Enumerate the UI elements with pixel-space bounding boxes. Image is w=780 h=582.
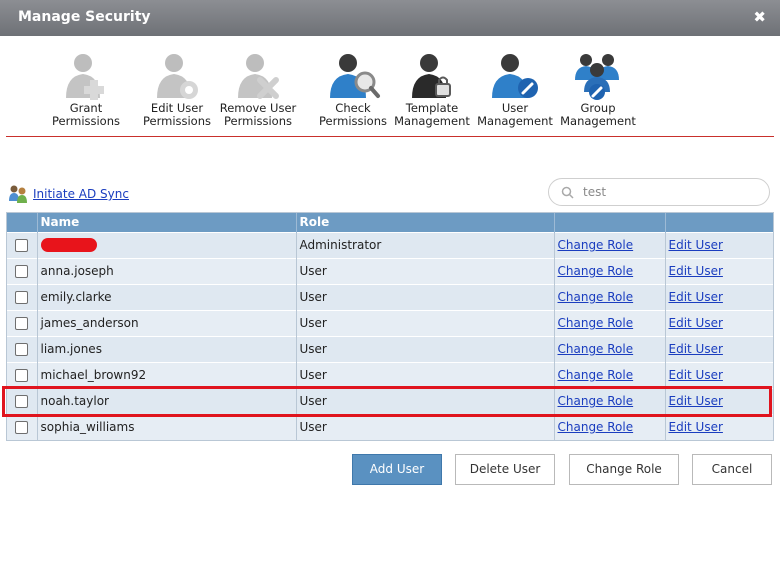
edit-user-link[interactable]: Edit User — [669, 420, 723, 434]
row-checkbox[interactable] — [15, 343, 29, 356]
add-user-button[interactable]: Add User — [352, 454, 442, 485]
table-row: emily.clarke User Change Role Edit User — [7, 283, 773, 310]
user-name-cell: james_anderson — [37, 309, 297, 336]
search-input[interactable] — [583, 183, 753, 201]
change-role-link[interactable]: Change Role — [558, 420, 634, 434]
title-bar: Manage Security ✖ — [0, 0, 780, 36]
delete-user-button[interactable]: Delete User — [455, 454, 555, 485]
user-name-cell: michael_brown92 — [37, 361, 297, 388]
edit-user-link[interactable]: Edit User — [669, 342, 723, 356]
user-management-button[interactable]: User Management — [467, 50, 563, 128]
user-name-cell: noah.taylor — [37, 387, 297, 414]
change-role-column-header — [554, 213, 666, 232]
ad-sync-icon — [9, 185, 27, 203]
row-checkbox[interactable] — [15, 421, 29, 435]
user-role-cell: User — [296, 335, 555, 362]
user-name-cell: emily.clarke — [37, 283, 297, 310]
window-title: Manage Security — [18, 9, 151, 25]
template-management-button[interactable]: Template Management — [384, 50, 480, 128]
edit-user-link[interactable]: Edit User — [669, 368, 723, 382]
user-management-label: User Management — [477, 101, 553, 128]
template-management-label: Template Management — [394, 101, 470, 128]
permissions-toolbar: Grant Permissions Edit User Permissions … — [0, 36, 780, 138]
row-checkbox[interactable] — [15, 317, 29, 330]
user-role-cell: User — [296, 283, 555, 310]
grant-permissions-icon — [66, 54, 104, 100]
check-permissions-icon — [330, 54, 380, 98]
role-column-header[interactable]: Role — [296, 213, 555, 232]
user-role-cell: User — [296, 387, 555, 414]
grant-permissions-button[interactable]: Grant Permissions — [38, 50, 134, 128]
toolbar-divider — [6, 136, 774, 137]
table-row: liam.jones User Change Role Edit User — [7, 335, 773, 362]
change-role-link[interactable]: Change Role — [558, 342, 634, 356]
change-role-link[interactable]: Change Role — [558, 238, 634, 252]
change-role-link[interactable]: Change Role — [558, 394, 634, 408]
user-role-cell: User — [296, 309, 555, 336]
name-column-header[interactable]: Name — [37, 213, 297, 232]
user-role-cell: User — [296, 257, 555, 284]
remove-user-permissions-label: Remove User Permissions — [219, 101, 297, 128]
table-row: james_anderson User Change Role Edit Use… — [7, 309, 773, 336]
template-management-icon — [412, 54, 451, 98]
table-row: anna.joseph User Change Role Edit User — [7, 257, 773, 284]
table-row: Administrator Change Role Edit User — [7, 231, 773, 258]
group-management-label: Group Management — [560, 101, 636, 128]
table-header-row: Name Role — [7, 213, 773, 232]
user-management-icon — [492, 54, 538, 98]
row-checkbox[interactable] — [15, 265, 29, 278]
user-name-cell: anna.joseph — [37, 257, 297, 284]
group-management-button[interactable]: Group Management — [550, 50, 646, 128]
change-role-button[interactable]: Change Role — [569, 454, 679, 485]
user-role-cell: User — [296, 361, 555, 388]
table-row-highlighted: noah.taylor User Change Role Edit User — [7, 387, 773, 414]
search-box[interactable] — [548, 178, 770, 206]
table-row: michael_brown92 User Change Role Edit Us… — [7, 361, 773, 388]
edit-user-link[interactable]: Edit User — [669, 290, 723, 304]
select-column-header — [7, 213, 38, 232]
users-table: Name Role Administrator Change Role Edit… — [6, 212, 774, 441]
remove-user-permissions-button[interactable]: Remove User Permissions — [210, 50, 306, 128]
row-checkbox[interactable] — [15, 239, 29, 252]
edit-user-column-header — [665, 213, 773, 232]
edit-user-link[interactable]: Edit User — [669, 264, 723, 278]
user-role-cell: User — [296, 413, 555, 440]
redacted-name — [40, 238, 97, 253]
edit-user-link[interactable]: Edit User — [669, 316, 723, 330]
table-row: sophia_williams User Change Role Edit Us… — [7, 413, 773, 440]
group-management-icon — [575, 54, 619, 100]
change-role-link[interactable]: Change Role — [558, 290, 634, 304]
user-role-cell: Administrator — [296, 231, 555, 258]
edit-user-link[interactable]: Edit User — [669, 394, 723, 408]
edit-user-permissions-icon — [157, 54, 198, 99]
row-checkbox[interactable] — [15, 291, 29, 304]
cancel-button[interactable]: Cancel — [692, 454, 772, 485]
row-checkbox[interactable] — [15, 369, 29, 382]
change-role-link[interactable]: Change Role — [558, 368, 634, 382]
change-role-link[interactable]: Change Role — [558, 264, 634, 278]
user-name-cell: liam.jones — [37, 335, 297, 362]
search-icon — [561, 186, 574, 199]
remove-user-permissions-icon — [238, 54, 279, 99]
row-checkbox[interactable] — [15, 395, 29, 408]
close-icon[interactable]: ✖ — [753, 8, 766, 26]
change-role-link[interactable]: Change Role — [558, 316, 634, 330]
ad-sync-label[interactable]: Initiate AD Sync — [33, 187, 129, 201]
grant-permissions-label: Grant Permissions — [51, 101, 121, 128]
user-name-cell — [37, 231, 297, 258]
edit-user-link[interactable]: Edit User — [669, 238, 723, 252]
user-name-cell: sophia_williams — [37, 413, 297, 440]
